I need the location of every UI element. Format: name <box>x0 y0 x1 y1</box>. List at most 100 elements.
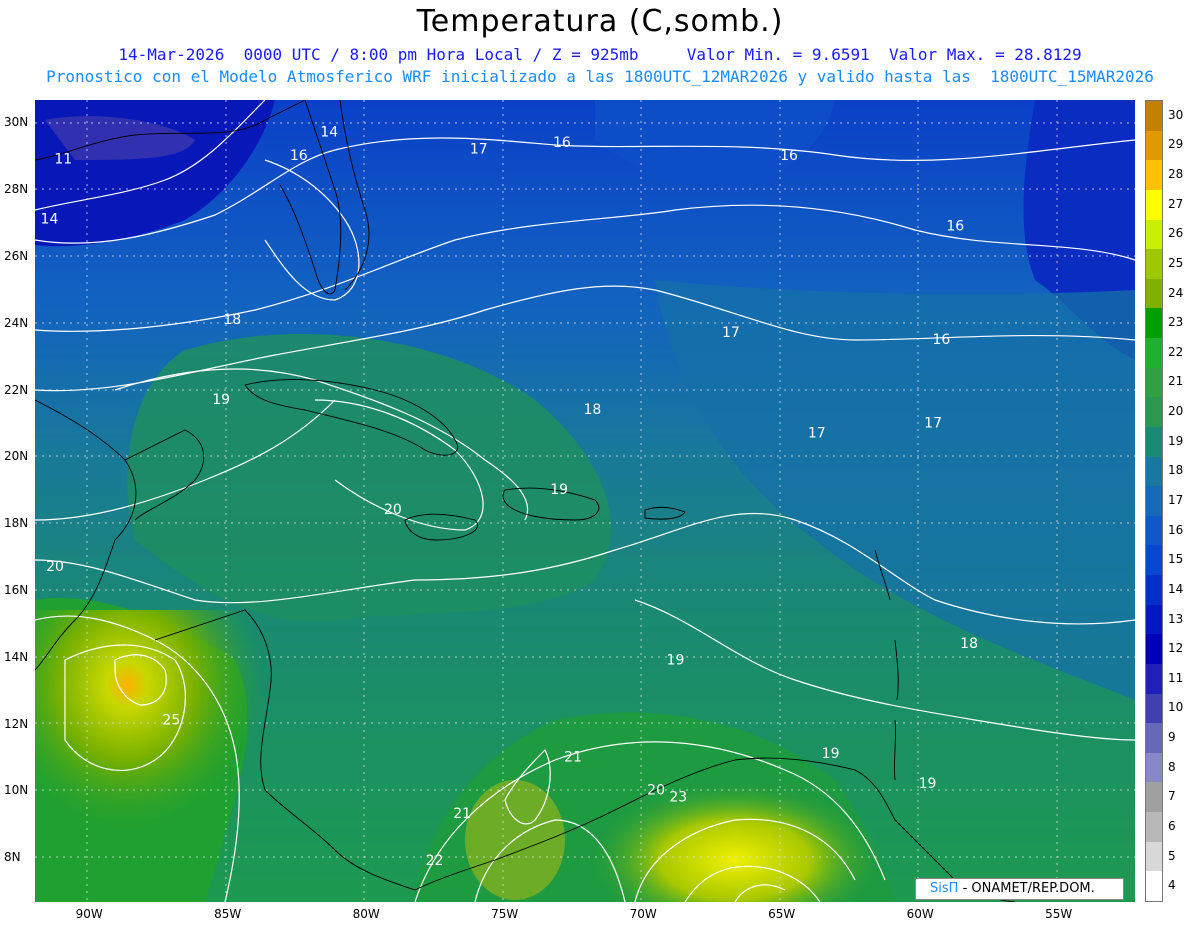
latitude-tick-label: 20N <box>4 449 29 464</box>
contour-value-label: 19 <box>212 392 230 408</box>
colorbar-label: 22 <box>1168 344 1184 359</box>
colorbar-cell <box>1146 249 1162 280</box>
subtitle-model-run: Pronostico con el Modelo Atmosferico WRF… <box>46 67 1154 86</box>
contour-value-label: 14 <box>41 212 59 228</box>
latitude-tick-label: 12N <box>4 716 29 731</box>
contour-value-label: 20 <box>647 783 665 799</box>
colorbar-label: 6 <box>1168 818 1176 833</box>
contour-value-label: 14 <box>320 125 338 141</box>
colorbar-label: 19 <box>1168 433 1184 448</box>
colorbar-label: 15 <box>1168 552 1184 567</box>
contour-value-label: 18 <box>223 312 241 328</box>
contour-value-label: 17 <box>722 325 740 341</box>
colorbar-label: 8 <box>1168 759 1176 774</box>
colorbar-cell <box>1146 278 1162 309</box>
colorbar-cell <box>1146 426 1162 458</box>
colorbar-label: 25 <box>1168 255 1184 270</box>
latitude-tick-label: 16N <box>4 582 29 597</box>
contour-value-label: 20 <box>384 502 402 518</box>
credit-text: - ONAMET/REP.DOM. <box>962 881 1095 896</box>
colorbar-label: 21 <box>1168 374 1184 389</box>
colorbar-label: 24 <box>1168 285 1184 300</box>
contour-value-label: 20 <box>46 559 64 575</box>
contour-value-label: 16 <box>780 148 798 164</box>
longitude-tick-label: 55W <box>1045 907 1073 921</box>
contour-value-label: 19 <box>667 652 685 668</box>
colorbar-label: 29 <box>1168 137 1184 152</box>
colorbar-label: 30 <box>1168 107 1184 122</box>
contour-value-label: 18 <box>960 636 978 652</box>
longitude-tick-label: 75W <box>491 907 519 921</box>
latitude-tick-label: 30N <box>4 115 29 130</box>
latitude-tick-label: 24N <box>4 315 29 330</box>
contour-value-label: 11 <box>54 151 72 167</box>
contour-value-label: 16 <box>553 135 571 151</box>
colorbar-cell <box>1146 367 1162 398</box>
colorbar-cell <box>1146 841 1162 872</box>
colorbar-cell <box>1146 545 1162 576</box>
contour-value-label: 18 <box>583 402 601 418</box>
contour-value-label: 22 <box>426 853 444 869</box>
colorbar-label: 10 <box>1168 700 1184 715</box>
longitude-tick-label: 80W <box>352 907 380 921</box>
latitude-tick-label: 18N <box>4 516 29 531</box>
contour-value-label: 17 <box>808 425 826 441</box>
colorbar-cell <box>1146 160 1162 191</box>
colorbar-cell <box>1146 338 1162 369</box>
colorbar-label: 4 <box>1168 878 1176 893</box>
longitude-tick-label: 85W <box>214 907 242 921</box>
colorbar-cell <box>1146 397 1162 428</box>
colorbar-cell <box>1146 693 1162 724</box>
colorbar-label: 27 <box>1168 196 1184 211</box>
colorbar-label: 23 <box>1168 315 1184 330</box>
colorbar-label: 13 <box>1168 611 1184 626</box>
colorbar <box>1145 100 1163 902</box>
contour-value-label: 17 <box>470 141 488 157</box>
credit-box: SisΠ - ONAMET/REP.DOM. <box>915 878 1124 900</box>
colorbar-cell <box>1146 723 1162 754</box>
colorbar-label: 18 <box>1168 463 1184 478</box>
longitude-tick-label: 60W <box>906 907 934 921</box>
colorbar-cell <box>1146 456 1162 487</box>
latitude-tick-label: 14N <box>4 649 29 664</box>
colorbar-cell <box>1146 663 1162 695</box>
contour-value-label: 16 <box>290 148 308 164</box>
contour-value-label: 25 <box>162 713 180 729</box>
sis-logo: SisΠ <box>930 881 959 896</box>
latitude-tick-label: 10N <box>4 783 29 798</box>
subtitle-valid-time: 14-Mar-2026 0000 UTC / 8:00 pm Hora Loca… <box>118 45 1082 64</box>
andes-warm-spot <box>465 780 565 900</box>
colorbar-cell <box>1146 871 1162 902</box>
colorbar-cell <box>1146 782 1162 813</box>
colorbar-cell <box>1146 634 1162 665</box>
contour-value-label: 19 <box>919 776 937 792</box>
colorbar-label: 14 <box>1168 581 1184 596</box>
contour-value-label: 21 <box>453 806 471 822</box>
colorbar-label: 16 <box>1168 522 1184 537</box>
colorbar-label: 9 <box>1168 730 1176 745</box>
contour-value-label: 19 <box>822 746 840 762</box>
contour-value-label: 16 <box>946 218 964 234</box>
colorbar-label: 11 <box>1168 670 1184 685</box>
map-title: Temperatura (C,somb.) <box>416 4 784 39</box>
contour-value-label: 19 <box>550 482 568 498</box>
contour-value-label: 21 <box>564 749 582 765</box>
colorbar-cell <box>1146 752 1162 783</box>
longitude-tick-label: 65W <box>768 907 796 921</box>
colorbar-cell <box>1146 308 1162 339</box>
latitude-tick-label: 28N <box>4 182 29 197</box>
latitude-tick-label: 22N <box>4 382 29 397</box>
central-america-hot-core <box>35 610 265 860</box>
colorbar-label: 5 <box>1168 848 1176 863</box>
colorbar-cell <box>1146 189 1162 220</box>
colorbar-cell <box>1146 130 1162 161</box>
contour-value-label: 17 <box>924 415 942 431</box>
colorbar-cell <box>1146 604 1162 635</box>
colorbar-cell <box>1146 219 1162 250</box>
colorbar-cell <box>1146 575 1162 606</box>
colorbar-cell <box>1146 812 1162 843</box>
temperature-map: 11 14 14 16 17 16 16 16 18 17 16 19 18 17 17 19 20 20 18 19… <box>35 100 1135 902</box>
colorbar-label: 17 <box>1168 493 1184 507</box>
contour-value-label: 23 <box>669 789 687 805</box>
latitude-tick-label: 26N <box>4 248 29 263</box>
